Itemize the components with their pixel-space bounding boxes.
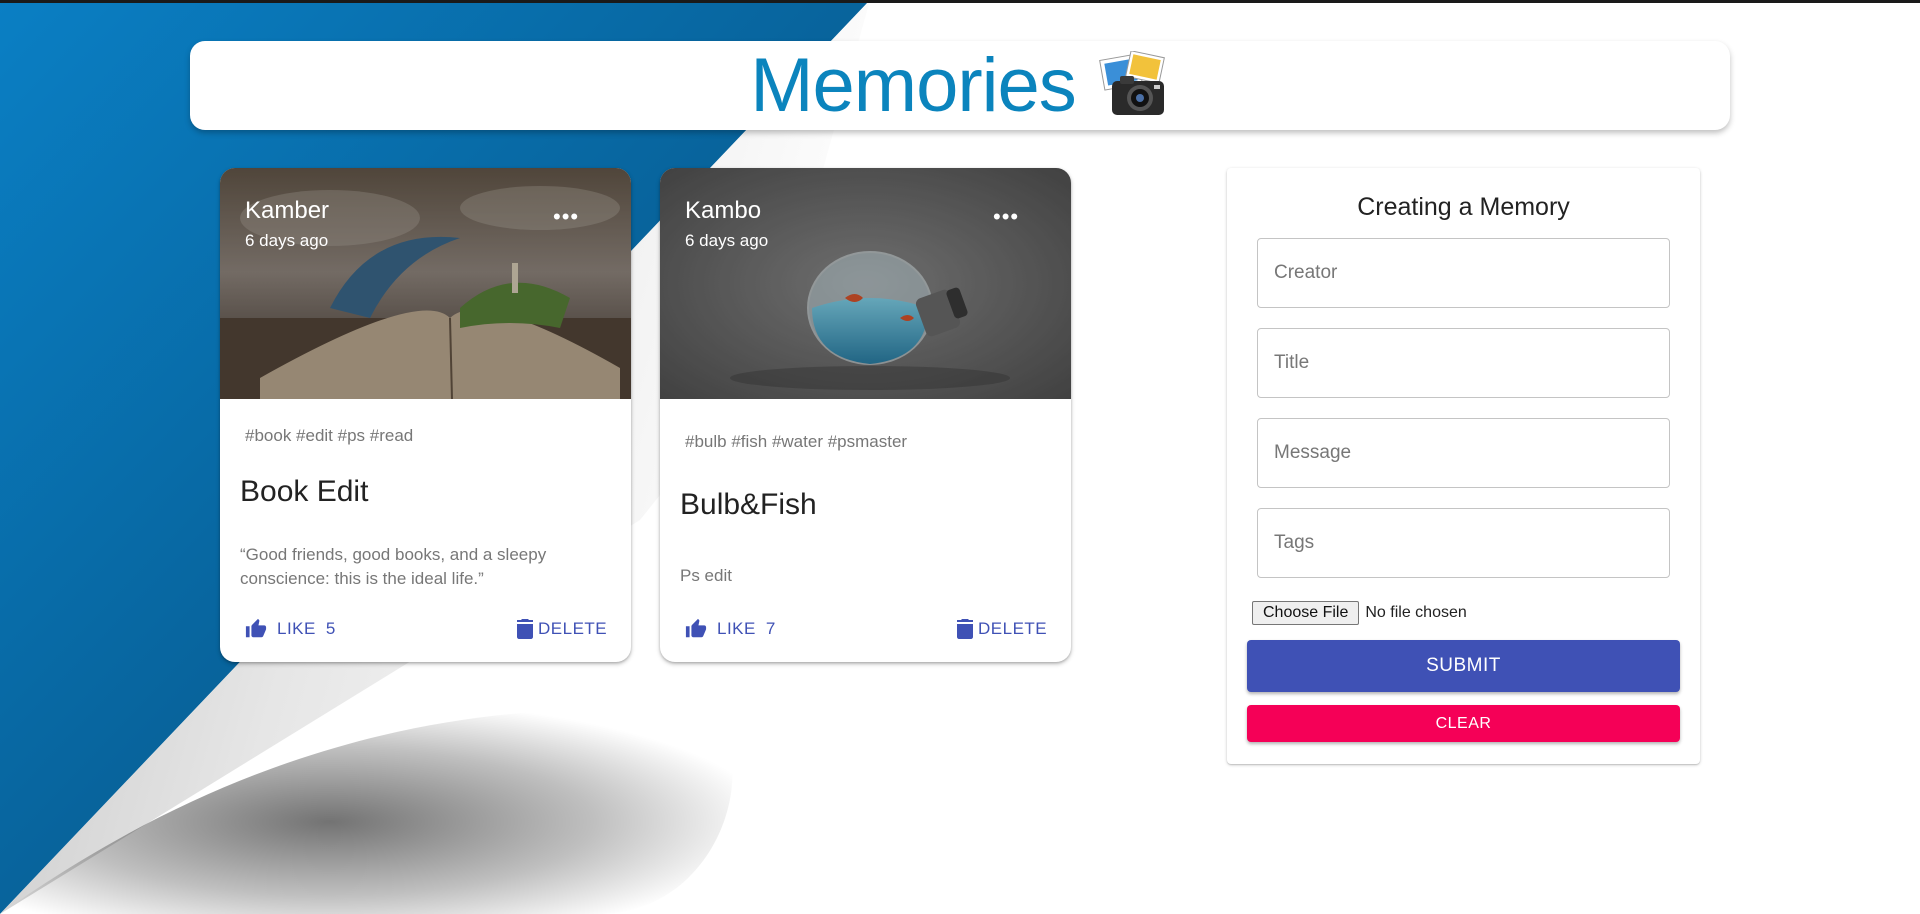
card-header: Kambo 6 days ago: [685, 197, 768, 251]
title-input[interactable]: [1258, 329, 1669, 397]
card-message: “Good friends, good books, and a sleepy …: [240, 545, 547, 588]
card-creator: Kamber: [245, 197, 330, 224]
form-title: Creating a Memory: [1357, 193, 1570, 221]
submit-button[interactable]: SUBMIT: [1247, 640, 1680, 692]
top-border: [0, 0, 1920, 3]
memory-card: Kamber 6 days ago ••• #book #edit #ps #r…: [220, 168, 631, 662]
card-message: Ps edit: [680, 566, 732, 585]
card-actions: LIKE 7 DELETE: [660, 618, 1071, 650]
delete-button[interactable]: DELETE: [516, 618, 607, 640]
choose-file-button[interactable]: Choose File: [1252, 601, 1360, 625]
creator-field[interactable]: [1257, 238, 1670, 308]
card-time: 6 days ago: [685, 231, 769, 250]
creator-input[interactable]: [1258, 239, 1669, 307]
app-title: Memories: [750, 43, 1077, 128]
memory-card: Kambo 6 days ago ••• #bulb #fish #water …: [660, 168, 1071, 662]
thumb-up-icon: [685, 618, 707, 638]
card-tags: #bulb #fish #water #psmaster: [685, 432, 908, 451]
like-button[interactable]: LIKE 7: [685, 618, 776, 640]
card-creator: Kambo: [685, 197, 762, 224]
delete-label: DELETE: [538, 619, 608, 638]
more-horiz-icon[interactable]: •••: [993, 204, 1019, 230]
message-input[interactable]: [1258, 419, 1669, 487]
tags-input[interactable]: [1258, 509, 1669, 577]
like-count: 5: [325, 619, 336, 638]
card-title: Book Edit: [240, 475, 369, 508]
like-button[interactable]: LIKE 5: [245, 618, 336, 640]
tags-field[interactable]: [1257, 508, 1670, 578]
message-field[interactable]: [1257, 418, 1670, 488]
memory-form: Creating a Memory Choose File No file ch…: [1227, 168, 1700, 764]
card-header: Kamber 6 days ago: [245, 197, 329, 251]
delete-button[interactable]: DELETE: [956, 618, 1047, 640]
card-title: Bulb&Fish: [680, 488, 817, 521]
app-bar: Memories: [190, 41, 1730, 130]
delete-icon: [957, 619, 973, 639]
card-tags: #book #edit #ps #read: [245, 426, 414, 445]
thumb-up-icon: [245, 618, 267, 638]
delete-label: DELETE: [978, 619, 1048, 638]
like-label: LIKE: [717, 619, 756, 638]
like-label: LIKE: [277, 619, 316, 638]
card-time: 6 days ago: [245, 231, 329, 250]
like-count: 7: [765, 619, 776, 638]
card-actions: LIKE 5 DELETE: [220, 618, 631, 650]
file-status: No file chosen: [1365, 604, 1467, 621]
title-field[interactable]: [1257, 328, 1670, 398]
camera-photos-icon: [1098, 50, 1165, 115]
file-input-row: Choose File No file chosen: [1252, 601, 1467, 625]
delete-icon: [517, 619, 533, 639]
clear-button[interactable]: CLEAR: [1247, 705, 1680, 742]
more-horiz-icon[interactable]: •••: [553, 204, 579, 230]
